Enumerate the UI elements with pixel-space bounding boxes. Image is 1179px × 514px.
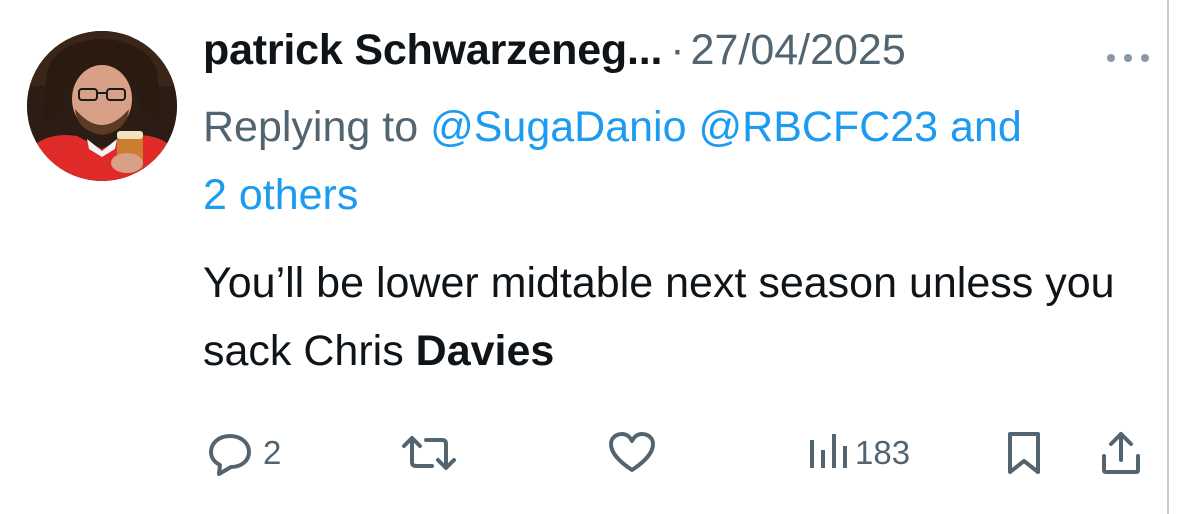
- views-count: 183: [855, 434, 911, 471]
- others-link[interactable]: 2 others: [203, 171, 358, 219]
- bookmark-button[interactable]: [1004, 428, 1044, 478]
- header-separator: ·: [670, 26, 685, 74]
- bookmark-icon: [1008, 432, 1040, 474]
- retweet-button[interactable]: [398, 428, 460, 478]
- scroll-divider: [1167, 0, 1169, 514]
- heart-icon: [609, 432, 655, 472]
- tweet-content: patrick Schwarzeneg... · 27/04/2025 Repl…: [203, 26, 1153, 476]
- views-button[interactable]: 183: [807, 428, 910, 478]
- tweet-text-main: You’ll be lower midtable next season unl…: [203, 259, 1115, 375]
- more-horizontal-icon[interactable]: [1103, 46, 1153, 70]
- avatar-image: [27, 31, 177, 181]
- mention-link[interactable]: @SugaDanio: [430, 103, 686, 151]
- bar-chart-icon: [810, 434, 847, 468]
- tweet-header: patrick Schwarzeneg... · 27/04/2025: [203, 26, 1153, 88]
- mention-link[interactable]: @RBCFC23: [698, 103, 938, 151]
- share-icon: [1102, 432, 1140, 474]
- retweet-icon: [402, 436, 456, 470]
- author-name[interactable]: patrick Schwarzeneg...: [203, 26, 662, 75]
- tweet-text: You’ll be lower midtable next season unl…: [203, 249, 1153, 385]
- replying-to: Replying to @SugaDanio @RBCFC23 and 2 ot…: [203, 93, 1153, 229]
- reply-count: 2: [263, 434, 282, 471]
- action-bar: 2 183: [203, 428, 1153, 478]
- comment-bubble-icon: [209, 434, 251, 476]
- reply-button[interactable]: 2: [205, 428, 281, 478]
- like-button[interactable]: [607, 428, 657, 478]
- share-button[interactable]: [1099, 428, 1143, 478]
- replying-to-label: Replying to: [203, 103, 419, 151]
- tweet-text-bold: Davies: [415, 327, 555, 375]
- tweet-date[interactable]: 27/04/2025: [691, 26, 906, 75]
- avatar[interactable]: [27, 31, 177, 181]
- reply-and[interactable]: and: [950, 103, 1022, 151]
